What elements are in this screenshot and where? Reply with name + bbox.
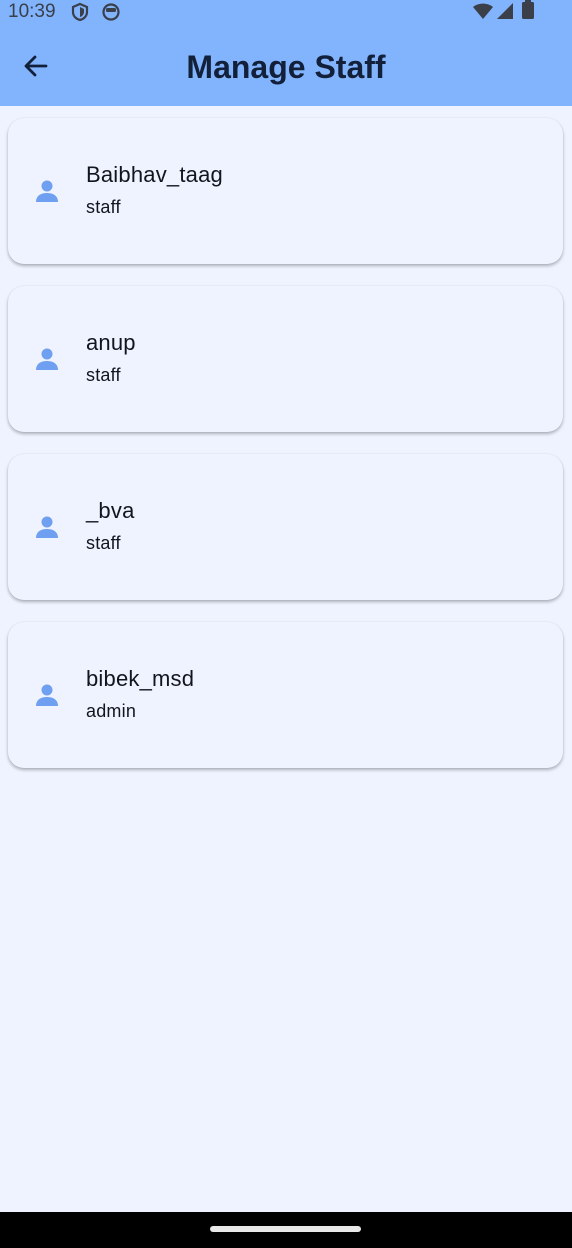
battery-icon <box>521 0 535 26</box>
person-icon <box>34 682 60 708</box>
system-nav-bar <box>0 1212 572 1248</box>
staff-name: _bva <box>86 498 135 523</box>
staff-name: bibek_msd <box>86 666 195 691</box>
staff-card[interactable]: anup staff <box>8 286 563 432</box>
signal-icon <box>495 2 515 26</box>
staff-role: staff <box>86 365 121 385</box>
app-bar: 10:39 Manage Staff <box>0 0 572 106</box>
shield-icon <box>70 2 90 28</box>
staff-name: anup <box>86 330 136 355</box>
staff-list: Baibhav_taag staff anup staff _bva staff <box>8 118 563 790</box>
status-bar: 10:39 <box>0 0 572 24</box>
staff-role: staff <box>86 533 121 553</box>
staff-role: admin <box>86 701 137 721</box>
person-icon <box>34 514 60 540</box>
staff-role: staff <box>86 197 121 217</box>
status-time: 10:39 <box>8 1 56 22</box>
staff-card[interactable]: Baibhav_taag staff <box>8 118 563 264</box>
staff-card[interactable]: bibek_msd admin <box>8 622 563 768</box>
person-icon <box>34 178 60 204</box>
person-icon <box>34 346 60 372</box>
wifi-icon <box>472 2 494 26</box>
home-indicator[interactable] <box>210 1226 361 1232</box>
staff-name: Baibhav_taag <box>86 162 223 187</box>
staff-card[interactable]: _bva staff <box>8 454 563 600</box>
face-icon <box>101 2 121 28</box>
page-title: Manage Staff <box>186 49 386 85</box>
